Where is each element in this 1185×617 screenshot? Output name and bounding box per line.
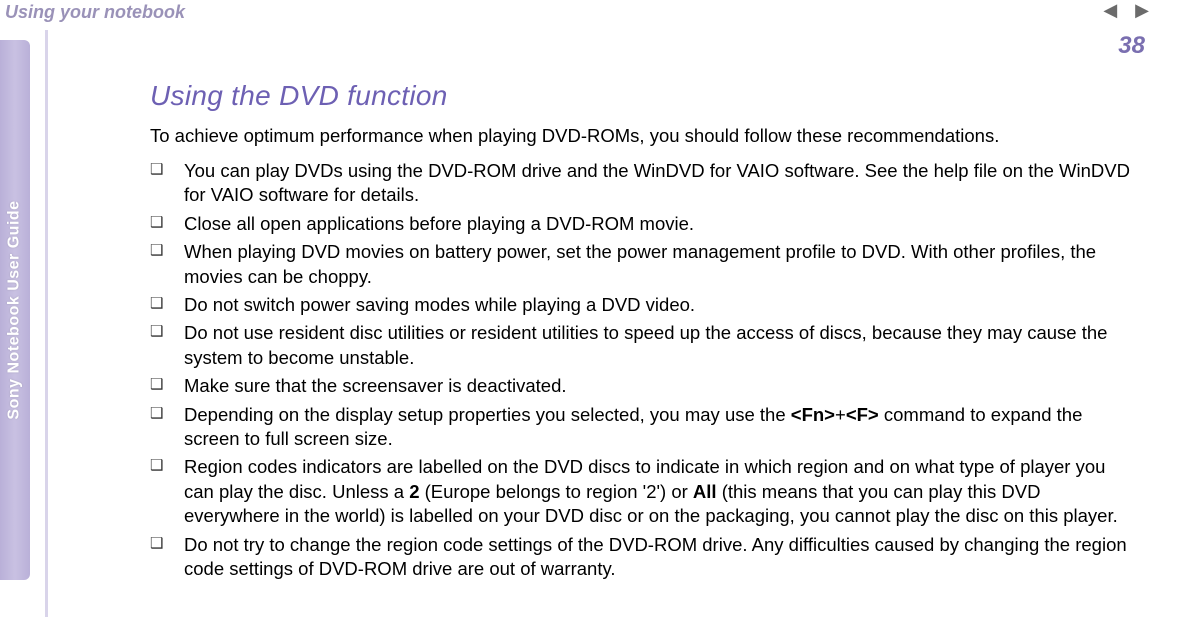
list-item: Depending on the display setup propertie… (150, 403, 1140, 452)
list-item: Do not use resident disc utilities or re… (150, 321, 1140, 370)
prev-page-icon[interactable]: ◀ (1103, 0, 1117, 21)
list-item: When playing DVD movies on battery power… (150, 240, 1140, 289)
key-combo: <Fn> (791, 404, 835, 425)
next-page-icon[interactable]: ▶ (1135, 0, 1149, 21)
section-heading: Using the DVD function (150, 80, 1140, 112)
recommendation-list: You can play DVDs using the DVD-ROM driv… (150, 159, 1140, 582)
page-number: 38 (1118, 32, 1145, 60)
list-item: Do not try to change the region code set… (150, 533, 1140, 582)
region-code: 2 (409, 481, 419, 502)
list-item: Make sure that the screensaver is deacti… (150, 374, 1140, 398)
intro-text: To achieve optimum performance when play… (150, 124, 1140, 149)
list-item: Do not switch power saving modes while p… (150, 293, 1140, 317)
side-tab-label: Sony Notebook User Guide (6, 200, 24, 419)
text-fragment: + (835, 404, 846, 425)
breadcrumb: Using your notebook (5, 2, 185, 23)
list-item: You can play DVDs using the DVD-ROM driv… (150, 159, 1140, 208)
text-fragment: (Europe belongs to region '2') or (420, 481, 693, 502)
key-combo: <F> (846, 404, 879, 425)
side-tab: Sony Notebook User Guide (0, 40, 30, 580)
region-code: All (693, 481, 717, 502)
text-fragment: Depending on the display setup propertie… (184, 404, 791, 425)
nav-arrows: ◀ ▶ (1103, 0, 1149, 21)
list-item: Region codes indicators are labelled on … (150, 455, 1140, 528)
list-item: Close all open applications before playi… (150, 212, 1140, 236)
vertical-rule (45, 30, 48, 617)
page-content: Using the DVD function To achieve optimu… (150, 80, 1140, 585)
